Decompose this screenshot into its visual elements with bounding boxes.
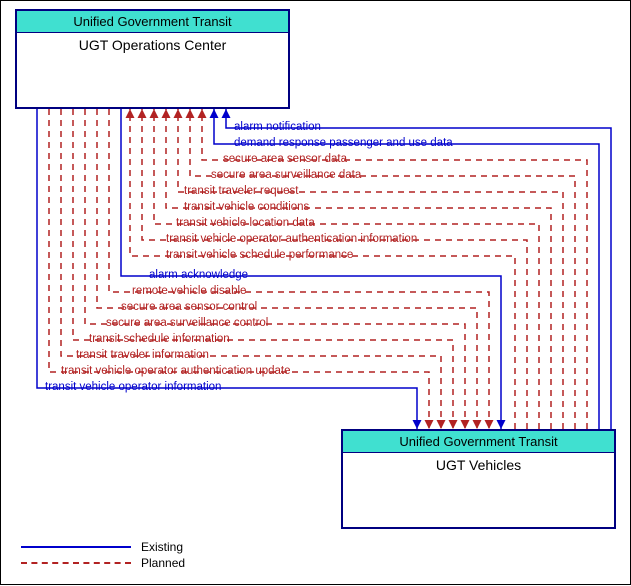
flow-label: transit vehicle operator authentication … (166, 233, 417, 245)
node-title: UGT Vehicles (343, 453, 614, 477)
node-ugt-operations[interactable]: Unified Government Transit UGT Operation… (15, 9, 290, 109)
node-ugt-vehicles[interactable]: Unified Government Transit UGT Vehicles (341, 429, 616, 529)
legend: Existing Planned (21, 538, 185, 572)
node-title: UGT Operations Center (17, 33, 288, 57)
flow-label: demand response passenger and use data (234, 137, 453, 149)
flow-label: secure area surveillance control (106, 317, 268, 329)
legend-line-icon (21, 546, 131, 548)
node-org-label: Unified Government Transit (17, 11, 288, 33)
node-org-label: Unified Government Transit (343, 431, 614, 453)
legend-row-existing: Existing (21, 540, 185, 554)
flow-label: transit vehicle operator information (45, 381, 221, 393)
legend-line-icon (21, 562, 131, 564)
flow-label: transit vehicle operator authentication … (61, 365, 291, 377)
flow-label: transit schedule information (89, 333, 230, 345)
legend-label: Existing (141, 540, 183, 554)
flow-label: transit vehicle conditions (184, 201, 309, 213)
flow-label: transit traveler information (76, 349, 209, 361)
flow-label: secure area surveillance data (211, 169, 361, 181)
flow-label: alarm acknowledge (149, 269, 248, 281)
flow-label: transit vehicle location data (176, 217, 315, 229)
legend-label: Planned (141, 556, 185, 570)
flow-label: secure area sensor data (223, 153, 347, 165)
flow-label: transit vehicle schedule performance (166, 249, 353, 261)
flow-label: secure area sensor control (121, 301, 257, 313)
flow-label: remote vehicle disable (132, 285, 246, 297)
legend-row-planned: Planned (21, 556, 185, 570)
flow-label: transit traveler request (184, 185, 298, 197)
flow-label: alarm notification (234, 121, 321, 133)
